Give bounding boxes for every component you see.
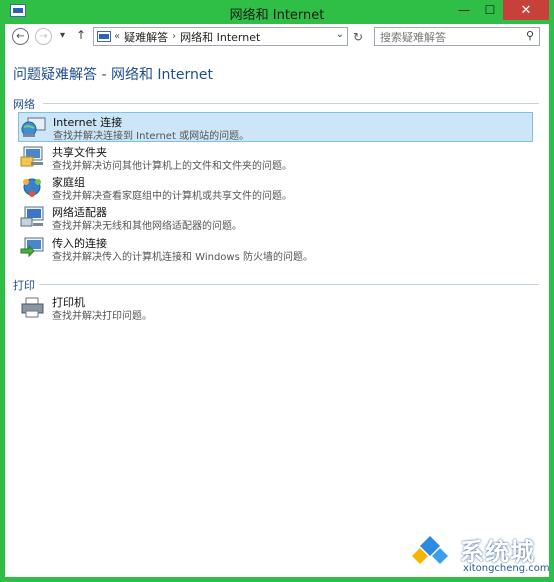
navigation-bar: ← → ▾ ↑ « 疑难解答 › 网络和 Internet ⌄ ↻ 搜索疑难解答… (5, 24, 549, 51)
breadcrumb-troubleshooting[interactable]: 疑难解答 (124, 29, 168, 45)
item-description: 查找并解决无线和其他网络适配器的问题。 (52, 221, 242, 232)
explorer-window: 网络和 Internet — ☐ ✕ ← → ▾ ↑ « 疑难解答 › 网络和 … (0, 0, 554, 582)
item-description: 查找并解决查看家庭组中的计算机或共享文件的问题。 (52, 191, 292, 202)
list-item-printer[interactable]: 打印机 查找并解决打印问题。 (18, 293, 533, 323)
recent-locations-icon[interactable]: ▾ (60, 30, 65, 41)
maximize-button[interactable]: ☐ (477, 0, 503, 20)
network-adapter-icon (20, 206, 44, 227)
window-controls: — ☐ ✕ (451, 0, 549, 20)
section-print-label: 打印 (13, 279, 35, 292)
address-dropdown-icon[interactable]: ⌄ (336, 29, 344, 40)
address-overflow[interactable]: « (114, 31, 120, 42)
watermark-text: 系统城 (460, 538, 535, 566)
list-item-homegroup[interactable]: 家庭组 查找并解决查看家庭组中的计算机或共享文件的问题。 (18, 173, 533, 203)
client-area: ← → ▾ ↑ « 疑难解答 › 网络和 Internet ⌄ ↻ 搜索疑难解答… (5, 24, 549, 577)
breadcrumb-network-internet[interactable]: 网络和 Internet (180, 29, 260, 45)
printer-icon (21, 297, 44, 318)
search-placeholder: 搜索疑难解答 (380, 30, 446, 44)
search-icon[interactable]: ⚲ (526, 29, 534, 42)
list-item-incoming-connections[interactable]: 传入的连接 查找并解决传入的计算机连接和 Windows 防火墙的问题。 (18, 234, 533, 264)
homegroup-icon (23, 178, 41, 197)
search-input[interactable]: 搜索疑难解答 ⚲ (374, 27, 540, 46)
page-title: 问题疑难解答 - 网络和 Internet (13, 67, 213, 83)
back-button[interactable]: ← (12, 28, 29, 45)
minimize-button[interactable]: — (451, 0, 477, 20)
watermark-url: xitongcheng.com (463, 563, 550, 574)
list-item-network-adapter[interactable]: 网络适配器 查找并解决无线和其他网络适配器的问题。 (18, 203, 533, 233)
close-button[interactable]: ✕ (503, 0, 549, 20)
address-bar[interactable]: « 疑难解答 › 网络和 Internet ⌄ (93, 27, 348, 46)
breadcrumb-separator[interactable]: › (172, 31, 176, 42)
list-item-internet-connection[interactable]: Internet 连接 查找并解决连接到 Internet 或网站的问题。 (18, 112, 533, 142)
list-item-shared-folders[interactable]: 共享文件夹 查找并解决访问其他计算机上的文件和文件夹的问题。 (18, 143, 533, 173)
item-description: 查找并解决打印问题。 (52, 311, 152, 322)
item-description: 查找并解决连接到 Internet 或网站的问题。 (53, 131, 250, 142)
title-bar: 网络和 Internet — ☐ ✕ (5, 0, 549, 24)
up-icon[interactable]: ↑ (76, 28, 86, 42)
control-panel-icon (97, 31, 111, 42)
section-divider (39, 284, 539, 285)
item-description: 查找并解决访问其他计算机上的文件和文件夹的问题。 (52, 161, 292, 172)
section-divider (43, 103, 539, 104)
section-network-label: 网络 (13, 98, 35, 111)
item-description: 查找并解决传入的计算机连接和 Windows 防火墙的问题。 (52, 252, 313, 263)
internet-connection-icon (21, 117, 46, 137)
watermark-logo-icon (409, 532, 451, 574)
shared-folders-icon (20, 146, 43, 167)
refresh-icon[interactable]: ↻ (350, 27, 366, 46)
forward-button[interactable]: → (35, 28, 52, 45)
incoming-connections-icon (20, 237, 44, 258)
